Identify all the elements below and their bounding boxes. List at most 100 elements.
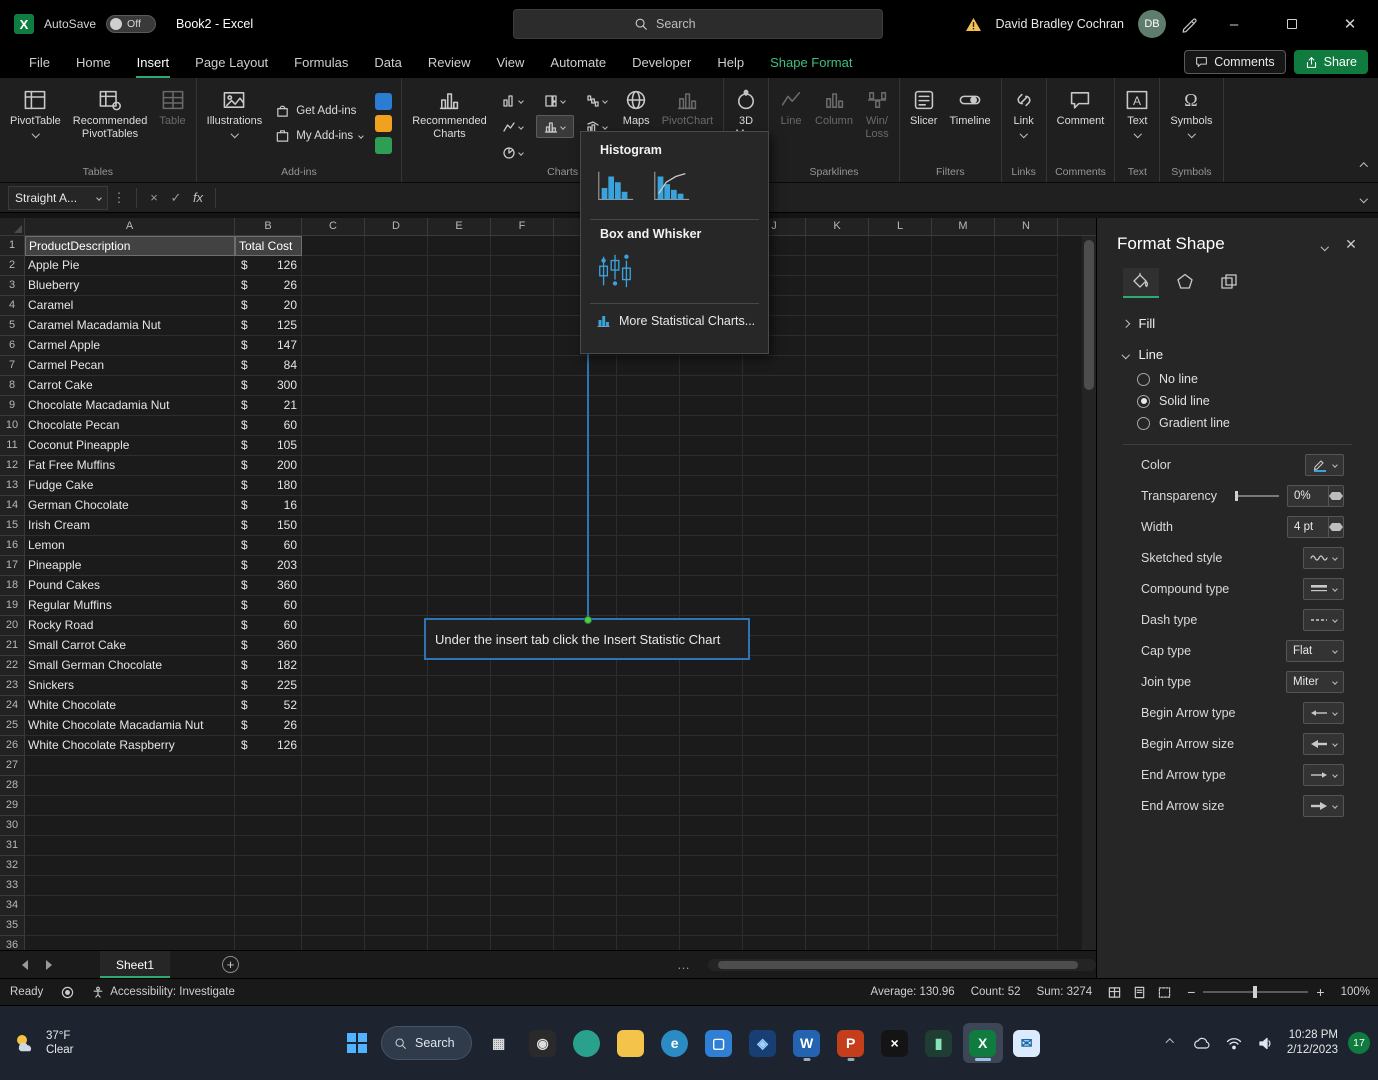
recommended-pivottables-button[interactable]: Recommended PivotTables bbox=[68, 81, 153, 165]
cell-I7[interactable] bbox=[680, 356, 743, 376]
cell-E36[interactable] bbox=[428, 936, 491, 950]
tab-help[interactable]: Help bbox=[704, 48, 757, 78]
row-header-25[interactable]: 25 bbox=[0, 716, 24, 736]
row-header-33[interactable]: 33 bbox=[0, 876, 24, 896]
cell-I36[interactable] bbox=[680, 936, 743, 950]
row-header-12[interactable]: 12 bbox=[0, 456, 24, 476]
volume-icon[interactable] bbox=[1255, 1032, 1277, 1054]
cell-K10[interactable] bbox=[806, 416, 869, 436]
cell-B26[interactable]: $126 bbox=[235, 736, 302, 756]
cell-L28[interactable] bbox=[869, 776, 932, 796]
tab-automate[interactable]: Automate bbox=[537, 48, 619, 78]
cell-D3[interactable] bbox=[365, 276, 428, 296]
cell-L21[interactable] bbox=[869, 636, 932, 656]
cell-G8[interactable] bbox=[554, 376, 617, 396]
cell-C16[interactable] bbox=[302, 536, 365, 556]
cell-L14[interactable] bbox=[869, 496, 932, 516]
cell-F33[interactable] bbox=[491, 876, 554, 896]
cell-L22[interactable] bbox=[869, 656, 932, 676]
cell-H25[interactable] bbox=[617, 716, 680, 736]
cell-B30[interactable] bbox=[235, 816, 302, 836]
cell-J30[interactable] bbox=[743, 816, 806, 836]
cell-K5[interactable] bbox=[806, 316, 869, 336]
cell-H24[interactable] bbox=[617, 696, 680, 716]
cell-D34[interactable] bbox=[365, 896, 428, 916]
cell-C33[interactable] bbox=[302, 876, 365, 896]
cell-E32[interactable] bbox=[428, 856, 491, 876]
cell-H23[interactable] bbox=[617, 676, 680, 696]
row-header-23[interactable]: 23 bbox=[0, 676, 24, 696]
cell-C17[interactable] bbox=[302, 556, 365, 576]
cell-B29[interactable] bbox=[235, 796, 302, 816]
clock[interactable]: 10:28 PM 2/12/2023 bbox=[1287, 1028, 1338, 1058]
cell-M21[interactable] bbox=[932, 636, 995, 656]
cell-C35[interactable] bbox=[302, 916, 365, 936]
cell-A20[interactable]: Rocky Road bbox=[25, 616, 235, 636]
row-header-26[interactable]: 26 bbox=[0, 736, 24, 756]
cell-C24[interactable] bbox=[302, 696, 365, 716]
cell-D1[interactable] bbox=[365, 236, 428, 256]
cell-M10[interactable] bbox=[932, 416, 995, 436]
cell-L7[interactable] bbox=[869, 356, 932, 376]
cell-B21[interactable]: $360 bbox=[235, 636, 302, 656]
tab-page-layout[interactable]: Page Layout bbox=[182, 48, 281, 78]
cell-K9[interactable] bbox=[806, 396, 869, 416]
cell-L36[interactable] bbox=[869, 936, 932, 950]
row-header-6[interactable]: 6 bbox=[0, 336, 24, 356]
cell-H27[interactable] bbox=[617, 756, 680, 776]
callout-textbox[interactable]: Under the insert tab click the Insert St… bbox=[424, 618, 750, 660]
accessibility-status[interactable]: Accessibility: Investigate bbox=[92, 986, 235, 998]
cell-G11[interactable] bbox=[554, 436, 617, 456]
confirm-entry-icon[interactable]: ✓ bbox=[165, 190, 187, 206]
cell-H11[interactable] bbox=[617, 436, 680, 456]
cell-N16[interactable] bbox=[995, 536, 1058, 556]
page-break-view-icon[interactable] bbox=[1158, 986, 1171, 999]
tab-developer[interactable]: Developer bbox=[619, 48, 704, 78]
cell-J24[interactable] bbox=[743, 696, 806, 716]
cell-L2[interactable] bbox=[869, 256, 932, 276]
begin-arrow-size-button[interactable] bbox=[1303, 733, 1344, 755]
cell-D22[interactable] bbox=[365, 656, 428, 676]
cell-D12[interactable] bbox=[365, 456, 428, 476]
cell-G36[interactable] bbox=[554, 936, 617, 950]
row-header-19[interactable]: 19 bbox=[0, 596, 24, 616]
cell-M20[interactable] bbox=[932, 616, 995, 636]
cell-A36[interactable] bbox=[25, 936, 235, 950]
cell-I28[interactable] bbox=[680, 776, 743, 796]
row-header-7[interactable]: 7 bbox=[0, 356, 24, 376]
taskbar-edge-icon[interactable]: e bbox=[655, 1023, 695, 1063]
cell-F29[interactable] bbox=[491, 796, 554, 816]
taskbar-outlook-icon[interactable]: ✉ bbox=[1007, 1023, 1047, 1063]
cell-K18[interactable] bbox=[806, 576, 869, 596]
cell-E28[interactable] bbox=[428, 776, 491, 796]
cell-F1[interactable] bbox=[491, 236, 554, 256]
cell-I24[interactable] bbox=[680, 696, 743, 716]
vertical-scrollbar[interactable] bbox=[1082, 236, 1096, 950]
cell-K33[interactable] bbox=[806, 876, 869, 896]
cell-K28[interactable] bbox=[806, 776, 869, 796]
cell-D35[interactable] bbox=[365, 916, 428, 936]
cell-C31[interactable] bbox=[302, 836, 365, 856]
cell-J29[interactable] bbox=[743, 796, 806, 816]
tab-review[interactable]: Review bbox=[415, 48, 484, 78]
cell-M14[interactable] bbox=[932, 496, 995, 516]
taskbar-file-explorer-icon[interactable] bbox=[611, 1023, 651, 1063]
cell-M15[interactable] bbox=[932, 516, 995, 536]
cell-M12[interactable] bbox=[932, 456, 995, 476]
insert-column-chart-button[interactable] bbox=[494, 89, 532, 112]
cell-A19[interactable]: Regular Muffins bbox=[25, 596, 235, 616]
formula-input[interactable] bbox=[230, 186, 1353, 210]
cell-D18[interactable] bbox=[365, 576, 428, 596]
cell-F7[interactable] bbox=[491, 356, 554, 376]
cell-A12[interactable]: Fat Free Muffins bbox=[25, 456, 235, 476]
cell-A9[interactable]: Chocolate Macadamia Nut bbox=[25, 396, 235, 416]
slicer-button[interactable]: Slicer bbox=[905, 81, 943, 165]
cell-D5[interactable] bbox=[365, 316, 428, 336]
cell-M19[interactable] bbox=[932, 596, 995, 616]
cell-L33[interactable] bbox=[869, 876, 932, 896]
cell-C13[interactable] bbox=[302, 476, 365, 496]
collapse-ribbon-chevron[interactable] bbox=[1361, 156, 1367, 174]
cell-L23[interactable] bbox=[869, 676, 932, 696]
maximize-button[interactable] bbox=[1270, 0, 1314, 48]
cell-I13[interactable] bbox=[680, 476, 743, 496]
